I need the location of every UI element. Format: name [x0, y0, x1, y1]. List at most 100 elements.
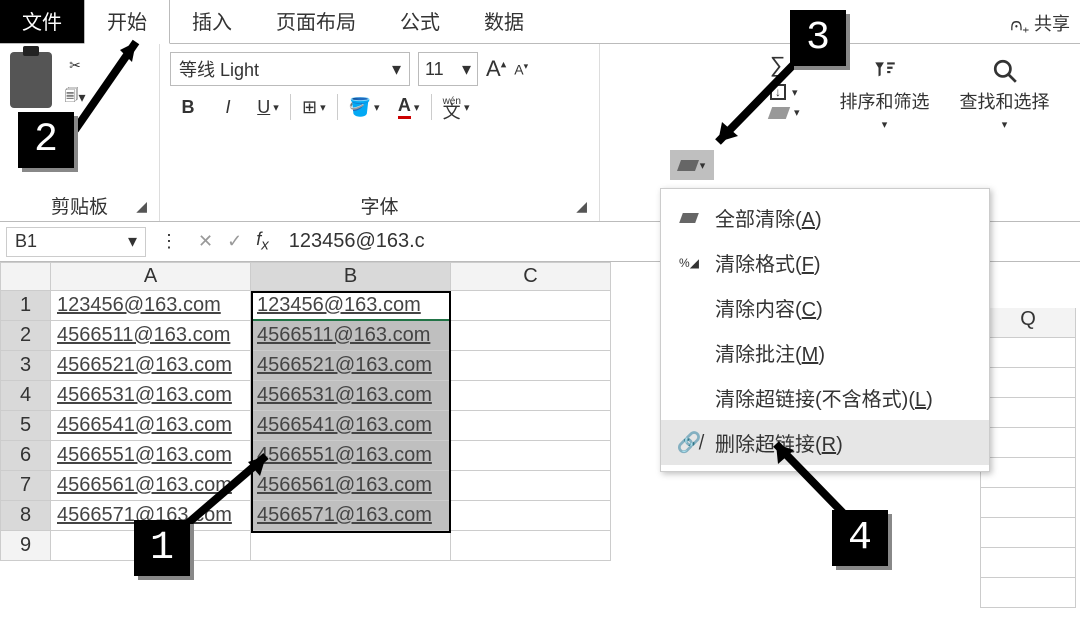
- borders-button[interactable]: ⊞▾: [295, 90, 333, 124]
- search-icon: [992, 58, 1018, 84]
- menu-label: 清除内容(C): [715, 293, 823, 322]
- sort-filter-button[interactable]: 排序和筛选 ▾: [840, 58, 930, 131]
- italic-label: I: [225, 97, 230, 118]
- find-select-button[interactable]: 查找和选择 ▾: [960, 58, 1050, 131]
- tab-page-layout[interactable]: 页面布局: [254, 0, 378, 43]
- col-Q-fragment: Q: [980, 308, 1076, 608]
- cell[interactable]: [451, 501, 611, 531]
- cell[interactable]: 4566511@163.com: [251, 321, 451, 351]
- menu-label: 清除批注(M): [715, 338, 825, 367]
- italic-button[interactable]: I: [210, 90, 246, 124]
- annotation-step-1: 1: [134, 520, 190, 576]
- cell[interactable]: 123456@163.com: [251, 291, 451, 321]
- cell[interactable]: 4566521@163.com: [251, 351, 451, 381]
- group-font: 等线 Light ▾ 11 ▾ A▴ A▾ B I U▾ ⊞▾ 🪣▾ A▾: [160, 44, 600, 221]
- tab-formulas[interactable]: 公式: [378, 0, 462, 43]
- row-header[interactable]: 8: [1, 501, 51, 531]
- shrink-font-icon[interactable]: A▾: [514, 61, 528, 78]
- fx-icon[interactable]: fx: [256, 229, 269, 254]
- menu-label: 清除超链接(不含格式)(L): [715, 383, 933, 412]
- menu-clear-hyperlinks[interactable]: 清除超链接(不含格式)(L): [661, 375, 989, 420]
- cell[interactable]: 4566511@163.com: [51, 321, 251, 351]
- font-size-select[interactable]: 11 ▾: [418, 52, 478, 86]
- phonetic-button[interactable]: wén文 ▾: [436, 90, 477, 124]
- tab-data[interactable]: 数据: [462, 0, 546, 43]
- borders-icon: ⊞: [302, 97, 317, 118]
- sort-filter-label: 排序和筛选: [840, 92, 930, 112]
- namebox-resize[interactable]: ⋮: [152, 231, 188, 252]
- cell[interactable]: 4566521@163.com: [51, 351, 251, 381]
- col-header-A[interactable]: A: [51, 263, 251, 291]
- cell[interactable]: [451, 411, 611, 441]
- cell[interactable]: 4566541@163.com: [51, 411, 251, 441]
- paste-button[interactable]: [10, 52, 52, 108]
- chevron-down-icon: ▾: [273, 101, 279, 114]
- underline-label: U: [257, 97, 270, 118]
- cell[interactable]: 4566541@163.com: [251, 411, 451, 441]
- cell[interactable]: 123456@163.com: [51, 291, 251, 321]
- row-header[interactable]: 5: [1, 411, 51, 441]
- col-header-Q[interactable]: Q: [981, 308, 1075, 338]
- font-color-button[interactable]: A▾: [391, 90, 427, 124]
- cell[interactable]: [451, 351, 611, 381]
- cell[interactable]: 4566531@163.com: [51, 381, 251, 411]
- row-header[interactable]: 7: [1, 471, 51, 501]
- menu-clear-comments[interactable]: 清除批注(M): [661, 330, 989, 375]
- percent-eraser-icon: %◢: [679, 256, 699, 270]
- annotation-step-3: 3: [790, 10, 846, 66]
- cell[interactable]: [451, 531, 611, 561]
- bold-button[interactable]: B: [170, 90, 206, 124]
- chevron-down-icon: ▾: [374, 101, 380, 114]
- chevron-down-icon: ▾: [320, 101, 326, 114]
- font-name-value: 等线 Light: [179, 56, 259, 82]
- cell[interactable]: [451, 321, 611, 351]
- chevron-down-icon: ▾: [700, 159, 706, 172]
- fill-color-button[interactable]: 🪣▾: [342, 90, 387, 124]
- chevron-down-icon: ▾: [1002, 118, 1008, 131]
- menu-tabs: 文件 开始 插入 页面布局 公式 数据 ⩀₊ 共享: [0, 0, 1080, 44]
- menu-clear-all[interactable]: 全部清除(A): [661, 195, 989, 240]
- cell[interactable]: [451, 381, 611, 411]
- row-header[interactable]: 2: [1, 321, 51, 351]
- row-header[interactable]: 1: [1, 291, 51, 321]
- group-font-label: 字体: [360, 197, 398, 218]
- bucket-icon: 🪣: [349, 97, 371, 118]
- find-select-label: 查找和选择: [960, 92, 1050, 112]
- col-header-C[interactable]: C: [451, 263, 611, 291]
- dialog-launcher-icon[interactable]: ◢: [136, 198, 147, 215]
- chevron-down-icon: ▾: [392, 59, 401, 80]
- unlink-icon: 🔗̸: [677, 430, 702, 455]
- row-header[interactable]: 6: [1, 441, 51, 471]
- eraser-icon: [679, 213, 699, 223]
- menu-clear-contents[interactable]: 清除内容(C): [661, 285, 989, 330]
- grow-font-icon[interactable]: A▴: [486, 56, 506, 82]
- share-button[interactable]: ⩀₊ 共享: [1010, 10, 1070, 36]
- cell[interactable]: [451, 471, 611, 501]
- menu-clear-formats[interactable]: %◢ 清除格式(F): [661, 240, 989, 285]
- dialog-launcher-icon[interactable]: ◢: [576, 198, 587, 215]
- cell[interactable]: [451, 441, 611, 471]
- enter-formula-icon[interactable]: ✓: [227, 231, 242, 252]
- tab-insert[interactable]: 插入: [170, 0, 254, 43]
- chevron-down-icon: ▾: [462, 59, 471, 80]
- font-color-icon: A: [398, 95, 411, 119]
- select-all-corner[interactable]: [1, 263, 51, 291]
- cell[interactable]: [451, 291, 611, 321]
- font-size-value: 11: [425, 59, 444, 80]
- share-label: 共享: [1034, 14, 1070, 34]
- row-header[interactable]: 9: [1, 531, 51, 561]
- menu-label: 全部清除(A): [715, 203, 822, 232]
- row-header[interactable]: 3: [1, 351, 51, 381]
- name-box[interactable]: B1 ▾: [6, 227, 146, 257]
- cell[interactable]: 4566531@163.com: [251, 381, 451, 411]
- eraser-icon: [677, 160, 699, 171]
- annotation-arrow-3: [700, 50, 810, 160]
- annotation-step-2: 2: [18, 112, 74, 168]
- chevron-down-icon: ▾: [128, 231, 137, 252]
- font-name-select[interactable]: 等线 Light ▾: [170, 52, 410, 86]
- underline-button[interactable]: U▾: [250, 90, 286, 124]
- col-header-B[interactable]: B: [251, 263, 451, 291]
- row-header[interactable]: 4: [1, 381, 51, 411]
- cancel-formula-icon[interactable]: ✕: [198, 231, 213, 252]
- group-clipboard-label: 剪贴板: [51, 197, 108, 218]
